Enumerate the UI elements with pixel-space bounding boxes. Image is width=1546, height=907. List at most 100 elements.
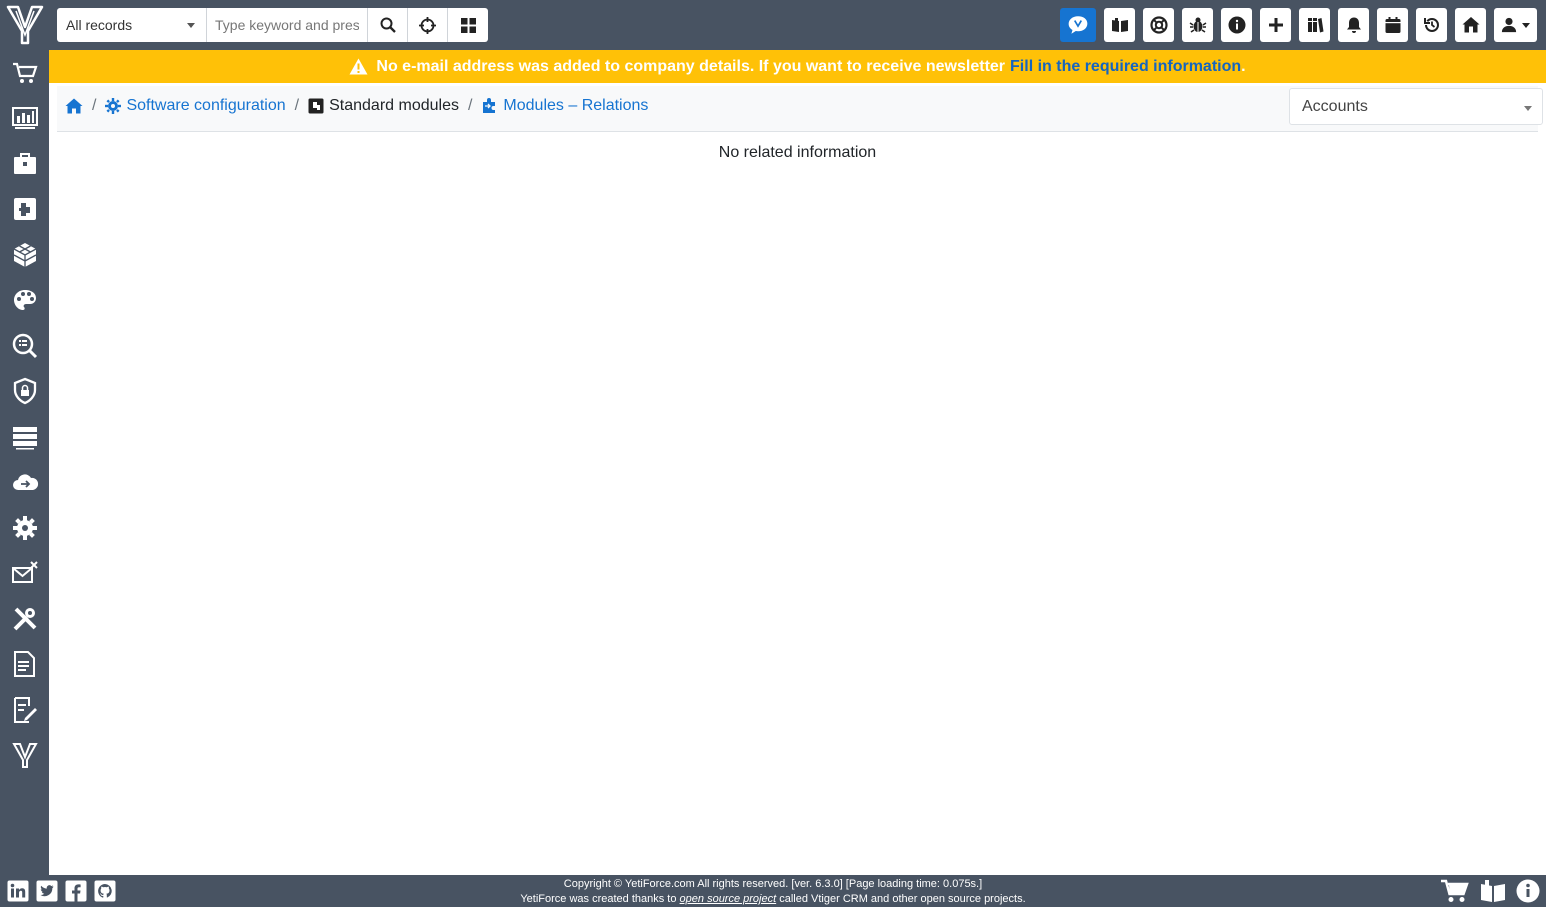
sidebar-item-modules[interactable] [0, 187, 49, 233]
book-open-icon [1481, 880, 1505, 902]
tools-icon [13, 607, 36, 631]
knowledge-base-button[interactable] [1104, 8, 1135, 42]
breadcrumb-standard-modules[interactable]: Standard modules [308, 97, 459, 115]
bell-icon [1346, 17, 1361, 33]
alert-message: No e-mail address was added to company d… [376, 57, 1006, 75]
advanced-search-button[interactable] [408, 8, 448, 42]
mail-tools-icon [11, 561, 38, 584]
sidebar [0, 0, 49, 875]
global-search: All records [57, 8, 488, 42]
bug-icon [1189, 17, 1206, 33]
calendar-icon [1385, 17, 1400, 33]
sidebar-item-dashboard[interactable] [0, 96, 49, 142]
chevron-down-icon [187, 23, 195, 28]
search-input[interactable] [207, 8, 368, 42]
breadcrumb: / Software configuration / Standard modu… [65, 97, 648, 115]
search-list-icon [12, 333, 37, 358]
sidebar-item-security[interactable] [0, 369, 49, 415]
footer-actions [1440, 878, 1540, 904]
newsletter-alert: No e-mail address was added to company d… [49, 50, 1546, 83]
user-menu-button[interactable] [1494, 8, 1537, 42]
history-button[interactable] [1416, 8, 1447, 42]
search-scope-value: All records [66, 17, 133, 33]
plus-icon [1268, 18, 1283, 32]
server-icon [12, 426, 37, 450]
bookmarks-button[interactable] [1299, 8, 1330, 42]
sidebar-item-cloud[interactable] [0, 460, 49, 506]
shield-lock-icon [13, 378, 36, 405]
footer-info-button[interactable] [1516, 879, 1540, 903]
yetiforce-small-icon [11, 743, 38, 769]
report-issue-button[interactable] [1182, 8, 1213, 42]
breadcrumb-label: Software configuration [126, 97, 286, 114]
quick-create-button[interactable] [1260, 8, 1291, 42]
copyright: Copyright © YetiForce.com All rights res… [0, 877, 1546, 907]
breadcrumb-modules-relations[interactable]: Modules – Relations [481, 97, 648, 115]
gears-icon [12, 515, 37, 540]
header-actions [1060, 8, 1537, 42]
footer: Copyright © YetiForce.com All rights res… [0, 875, 1546, 907]
info-circle-icon [1228, 16, 1245, 34]
calendar-button[interactable] [1377, 8, 1408, 42]
document-icon [13, 651, 35, 678]
modules-icon [308, 98, 324, 114]
sidebar-item-search[interactable] [0, 323, 49, 369]
search-button[interactable] [368, 8, 408, 42]
alert-trailing: . [1241, 57, 1246, 75]
no-related-information: No related information [718, 144, 877, 161]
info-button[interactable] [1221, 8, 1252, 42]
sidebar-item-appearance[interactable] [0, 278, 49, 324]
open-source-project-link[interactable]: open source project [680, 893, 777, 905]
sidebar-item-yetiforce[interactable] [0, 733, 49, 779]
sidebar-item-mail[interactable] [0, 551, 49, 597]
module-select[interactable]: Accounts [1289, 88, 1543, 125]
sidebar-item-tools[interactable] [0, 596, 49, 642]
help-button[interactable] [1143, 8, 1174, 42]
warning-icon [349, 58, 368, 75]
breadcrumb-home[interactable] [65, 98, 83, 114]
sidebar-item-logs[interactable] [0, 687, 49, 733]
footer-knowledge-button[interactable] [1480, 879, 1506, 903]
footer-shop-button[interactable] [1440, 878, 1470, 904]
sidebar-item-documents[interactable] [0, 642, 49, 688]
dashboard-chart-icon [11, 107, 38, 130]
module-select-value: Accounts [1302, 97, 1368, 115]
gear-icon [105, 98, 122, 114]
cloud-sync-icon [12, 474, 38, 491]
topbar: All records [49, 0, 1546, 50]
life-ring-icon [1149, 16, 1168, 34]
puzzle-icon [13, 198, 36, 221]
grid-icon [460, 17, 476, 33]
books-icon [1307, 18, 1323, 33]
chevron-down-icon [1522, 22, 1530, 28]
sidebar-item-marketplace[interactable] [0, 50, 49, 96]
user-icon [1501, 17, 1517, 33]
copyright-line: Copyright © YetiForce.com All rights res… [563, 878, 983, 890]
yetiforce-logo-icon [6, 5, 43, 45]
yetiforce-logo[interactable] [0, 0, 49, 50]
cart-icon [12, 62, 38, 83]
cart-icon [1441, 879, 1469, 902]
briefcase-icon [13, 152, 36, 174]
breadcrumb-software-configuration[interactable]: Software configuration [105, 97, 286, 115]
sidebar-item-company[interactable] [0, 141, 49, 187]
puzzle-relations-icon [483, 98, 496, 113]
cubes-icon [13, 242, 36, 267]
crosshair-icon [419, 16, 436, 34]
breadcrumb-label: Modules – Relations [503, 97, 649, 114]
sidebar-item-integration[interactable] [0, 505, 49, 551]
home-button[interactable] [1455, 8, 1486, 42]
info-circle-icon [1516, 879, 1540, 903]
home-icon [65, 98, 83, 114]
chat-button[interactable] [1060, 8, 1096, 42]
home-icon [1462, 17, 1479, 33]
search-modules-button[interactable] [448, 8, 488, 42]
search-icon [380, 17, 396, 33]
breadcrumb-label: Standard modules [329, 97, 459, 114]
notifications-button[interactable] [1338, 8, 1369, 42]
sidebar-item-server[interactable] [0, 414, 49, 460]
breadcrumb-bar: / Software configuration / Standard modu… [57, 86, 1543, 132]
sidebar-item-standard-modules[interactable] [0, 232, 49, 278]
fill-required-info-link[interactable]: Fill in the required information [1010, 58, 1241, 76]
search-scope-select[interactable]: All records [57, 8, 207, 42]
